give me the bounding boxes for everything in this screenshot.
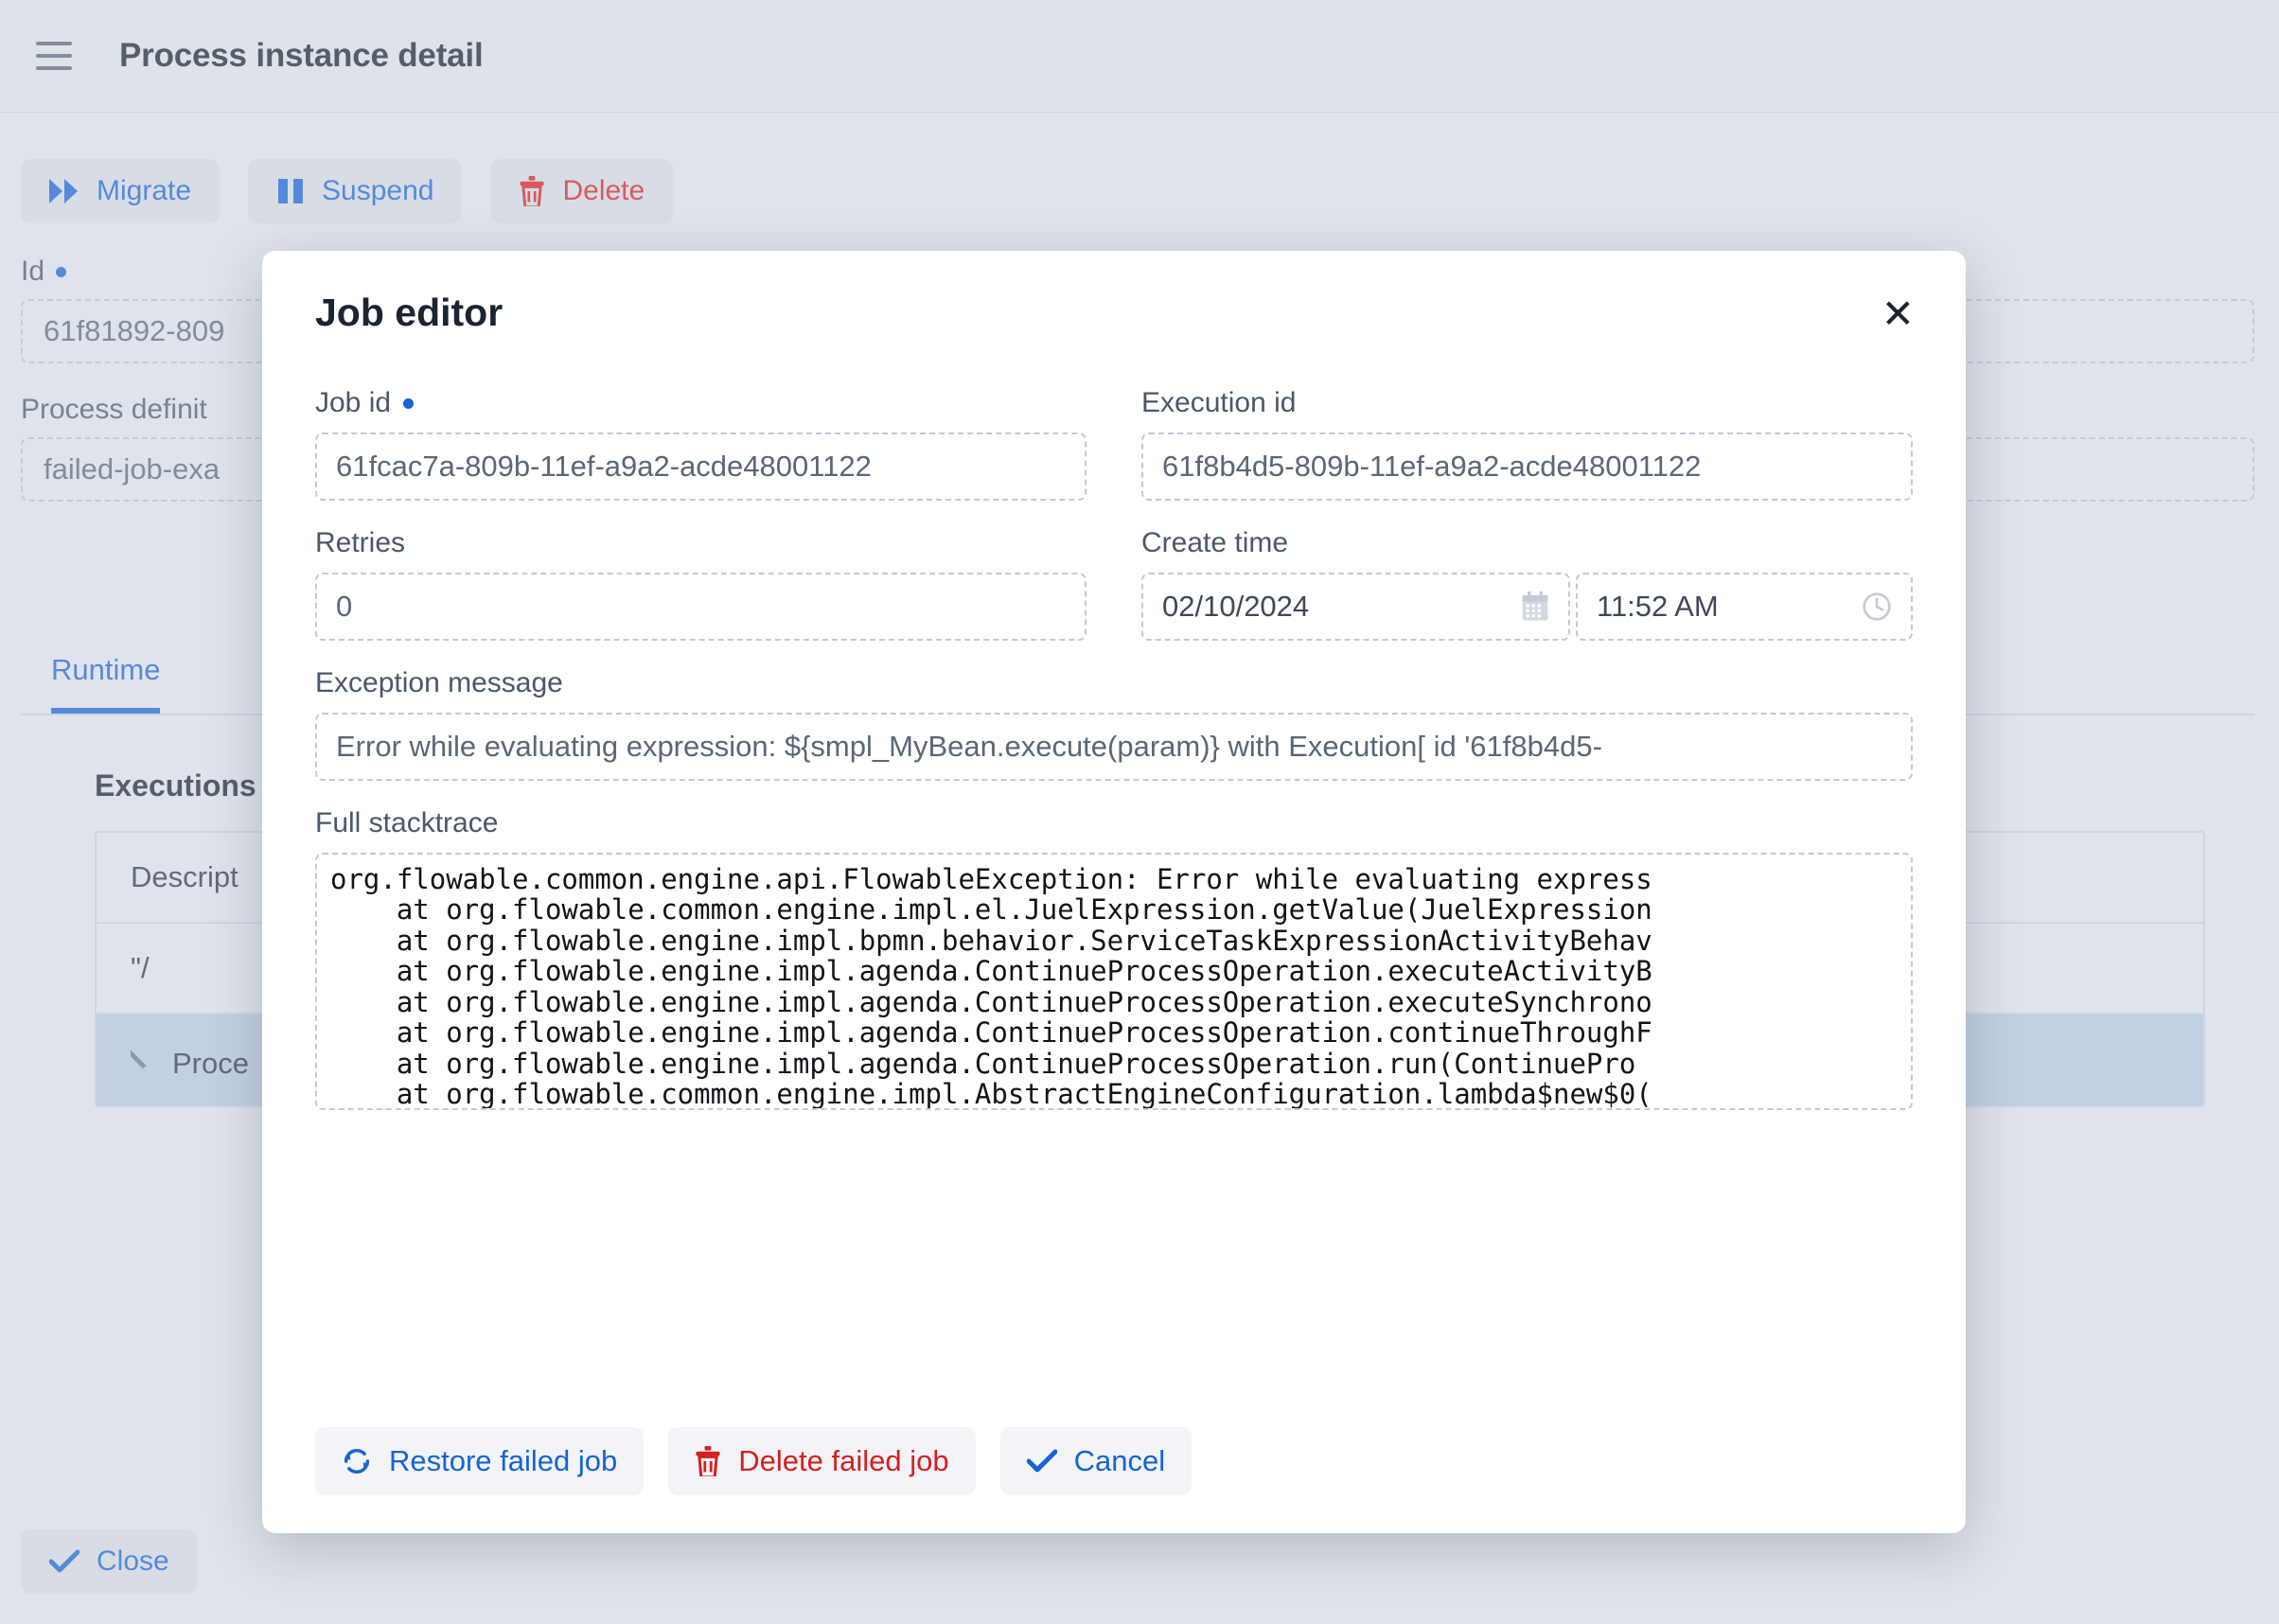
full-stacktrace-label: Full stacktrace	[315, 807, 1913, 839]
full-stacktrace-text: org.flowable.common.engine.api.FlowableE…	[330, 864, 1899, 1110]
exception-message-label: Exception message	[315, 667, 1913, 699]
job-id-input[interactable]: 61fcac7a-809b-11ef-a9a2-acde48001122	[315, 432, 1086, 501]
delete-failed-job-label: Delete failed job	[738, 1444, 948, 1478]
delete-failed-job-button[interactable]: Delete failed job	[668, 1427, 975, 1495]
create-time-label: Create time	[1141, 527, 1913, 559]
dialog-body: Job id 61fcac7a-809b-11ef-a9a2-acde48001…	[302, 387, 1926, 1393]
restore-failed-job-label: Restore failed job	[389, 1444, 617, 1478]
job-id-label: Job id	[315, 387, 1086, 419]
execution-id-field: Execution id 61f8b4d5-809b-11ef-a9a2-acd…	[1141, 387, 1913, 501]
exception-message-input[interactable]: Error while evaluating expression: ${smp…	[315, 713, 1913, 781]
job-id-field: Job id 61fcac7a-809b-11ef-a9a2-acde48001…	[315, 387, 1086, 501]
dialog-title: Job editor	[302, 291, 503, 335]
retries-label: Retries	[315, 527, 1086, 559]
retries-input[interactable]: 0	[315, 573, 1086, 641]
cancel-button[interactable]: Cancel	[1000, 1427, 1192, 1495]
app-root: Process instance detail Migrate Suspend	[0, 0, 2279, 1624]
exception-message-label-text: Exception message	[315, 667, 563, 699]
create-time-field: Create time 02/10/2024	[1141, 527, 1913, 641]
full-stacktrace-field: Full stacktrace org.flowable.common.engi…	[315, 807, 1913, 1110]
full-stacktrace-textarea[interactable]: org.flowable.common.engine.api.FlowableE…	[315, 853, 1913, 1110]
restore-failed-job-button[interactable]: Restore failed job	[315, 1427, 644, 1495]
exception-message-field: Exception message Error while evaluating…	[315, 667, 1913, 781]
cancel-label: Cancel	[1074, 1444, 1166, 1478]
clock-icon[interactable]	[1862, 591, 1892, 622]
check-icon	[1027, 1449, 1057, 1474]
create-time-label-text: Create time	[1141, 527, 1288, 559]
full-stacktrace-label-text: Full stacktrace	[315, 807, 498, 839]
calendar-icon[interactable]	[1521, 591, 1549, 622]
required-dot-icon	[403, 398, 414, 409]
dialog-header: Job editor ✕	[302, 291, 1926, 338]
job-id-label-text: Job id	[315, 387, 391, 419]
trash-icon	[695, 1446, 721, 1476]
execution-id-input[interactable]: 61f8b4d5-809b-11ef-a9a2-acde48001122	[1141, 432, 1913, 501]
close-icon[interactable]: ✕	[1870, 291, 1926, 338]
create-time-value: 11:52 AM	[1597, 590, 1719, 624]
execution-id-label: Execution id	[1141, 387, 1913, 419]
create-date-input[interactable]: 02/10/2024	[1141, 573, 1570, 641]
create-time-input[interactable]: 11:52 AM	[1576, 573, 1913, 641]
retries-label-text: Retries	[315, 527, 405, 559]
dialog-footer: Restore failed job Delete failed job	[302, 1393, 1926, 1533]
refresh-icon	[342, 1446, 372, 1476]
job-editor-dialog: Job editor ✕ Job id 61fcac7a-809b-11ef-a…	[262, 251, 1966, 1533]
create-date-value: 02/10/2024	[1162, 590, 1309, 624]
execution-id-label-text: Execution id	[1141, 387, 1296, 419]
retries-field: Retries 0	[315, 527, 1086, 641]
